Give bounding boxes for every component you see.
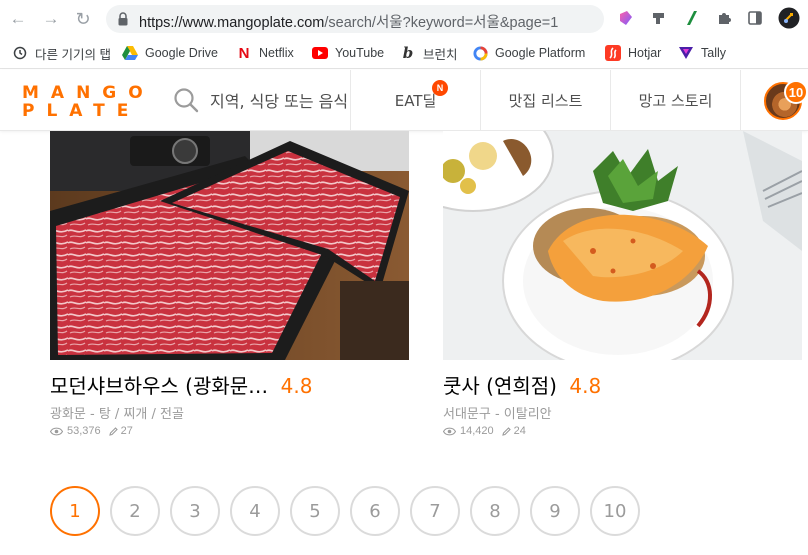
page-button-1[interactable]: 1 [50, 486, 100, 536]
restaurant-meta: 서대문구 - 이탈리안 [443, 407, 552, 422]
restaurant-stats: 14,420 24 [443, 425, 526, 437]
bookmark-label: Google Platform [495, 46, 586, 60]
bookmark-google-platform[interactable]: Google Platform [472, 44, 585, 62]
page-button-6[interactable]: 6 [350, 486, 400, 536]
url-path: /search/서울?keyword=서울&page=1 [324, 15, 559, 31]
browser-chrome: ← → ↻ https://www.mangoplate.com/search/… [0, 0, 808, 70]
nav-restaurant-list-label: 맛집 리스트 [508, 92, 583, 110]
nav-mango-story[interactable]: 망고 스토리 [610, 70, 740, 131]
hotjar-icon [605, 45, 621, 61]
eye-icon [443, 427, 456, 436]
tally-icon [678, 45, 694, 61]
bookmarks-bar: 다른 기기의 탭 Google Drive N Netflix YouTube … [0, 37, 808, 69]
bookmark-label: Hotjar [628, 46, 662, 60]
pencil-icon [108, 426, 118, 436]
search-input[interactable] [210, 89, 348, 113]
address-bar[interactable]: https://www.mangoplate.com/search/서울?key… [106, 5, 604, 33]
review-count: 24 [513, 425, 526, 437]
reload-icon[interactable]: ↻ [72, 8, 94, 30]
new-badge: N [432, 80, 448, 96]
google-platform-icon [472, 45, 488, 61]
page-button-5[interactable]: 5 [290, 486, 340, 536]
nav-mango-story-label: 망고 스토리 [638, 92, 713, 110]
restaurant-photo-shabu[interactable] [50, 131, 409, 360]
restaurant-rating: 4.8 [280, 374, 313, 398]
bookmark-label: YouTube [335, 46, 385, 60]
google-drive-icon [122, 45, 138, 61]
logo-bottom-text: PLATE [22, 101, 141, 121]
url-host: https://www.mangoplate.com [139, 15, 325, 31]
bookmark-label: Google Drive [145, 46, 218, 60]
back-icon[interactable]: ← [7, 8, 29, 30]
bookmark-netflix[interactable]: N Netflix [236, 44, 294, 62]
restaurant-meta: 광화문 - 탕 / 찌개 / 전골 [50, 407, 184, 422]
page-button-2[interactable]: 2 [110, 486, 160, 536]
restaurant-name[interactable]: 쿳사 (연희점) [443, 374, 557, 398]
restaurant-stats: 53,376 27 [50, 425, 133, 437]
mangoplate-logo[interactable]: MANGO PLATE [22, 83, 143, 121]
restaurant-name[interactable]: 모던샤브하우스 (광화문… [50, 374, 268, 398]
restaurant-title: 쿳사 (연희점) 4.8 [443, 370, 803, 400]
page-button-8[interactable]: 8 [470, 486, 520, 536]
page-button-3[interactable]: 3 [170, 486, 220, 536]
extension-bracket-icon[interactable] [650, 9, 668, 27]
nav-restaurant-list[interactable]: 맛집 리스트 [480, 70, 610, 131]
bookmark-other-devices[interactable]: 다른 기기의 탭 [12, 44, 111, 62]
site-header: MANGO PLATE EAT딜 N 맛집 리스트 망고 스토리 [0, 70, 808, 131]
netflix-icon: N [238, 44, 250, 62]
eye-icon [50, 427, 63, 436]
bookmark-label: 브런치 [423, 47, 458, 62]
review-count: 27 [120, 425, 133, 437]
nav-eat-deal[interactable]: EAT딜 [350, 70, 480, 131]
bookmark-brunch[interactable]: b 브런치 [400, 44, 458, 62]
forward-icon[interactable]: → [40, 8, 62, 30]
view-count: 14,420 [460, 425, 494, 437]
restaurant-rating: 4.8 [569, 374, 602, 398]
bookmark-google-drive[interactable]: Google Drive [122, 44, 218, 62]
url-text: https://www.mangoplate.com/search/서울?key… [139, 11, 558, 32]
page-button-10[interactable]: 10 [590, 486, 640, 536]
bookmark-label: 다른 기기의 탭 [35, 47, 111, 62]
page-button-9[interactable]: 9 [530, 486, 580, 536]
extension-gradient-icon[interactable] [617, 9, 635, 27]
page-button-4[interactable]: 4 [230, 486, 280, 536]
brunch-icon: b [402, 44, 414, 62]
logo-top-text: MANGO [22, 83, 155, 103]
bookmark-label: Netflix [259, 46, 294, 60]
restaurant-title: 모던샤브하우스 (광화문… 4.8 [50, 370, 410, 400]
restaurant-photo-brunch[interactable] [443, 131, 802, 360]
lock-icon [118, 12, 128, 26]
extension-slash-icon[interactable] [683, 9, 701, 27]
view-count: 53,376 [67, 425, 101, 437]
nav-eat-deal-label: EAT딜 [394, 92, 437, 110]
page-button-7[interactable]: 7 [410, 486, 460, 536]
address-row: ← → ↻ https://www.mangoplate.com/search/… [0, 0, 808, 37]
notification-count-badge: 10 [784, 80, 808, 104]
extensions-puzzle-icon[interactable] [715, 9, 733, 27]
bookmark-label: Tally [701, 46, 727, 60]
search-icon[interactable] [173, 87, 199, 113]
youtube-icon [312, 45, 328, 61]
history-icon [12, 45, 28, 61]
side-panel-icon[interactable] [746, 9, 764, 27]
bookmark-tally[interactable]: Tally [678, 44, 726, 62]
profile-icon[interactable] [778, 7, 800, 29]
bookmark-youtube[interactable]: YouTube [312, 44, 384, 62]
pencil-icon [501, 426, 511, 436]
bookmark-hotjar[interactable]: Hotjar [605, 44, 661, 62]
